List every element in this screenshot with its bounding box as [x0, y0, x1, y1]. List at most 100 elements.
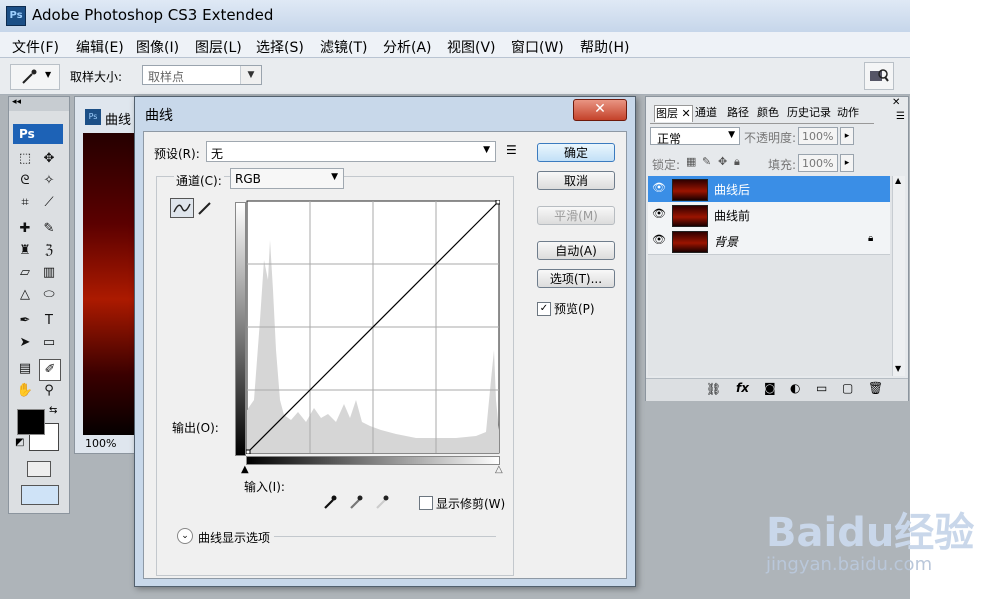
layer-row[interactable]: 👁︎ 背景 🔒︎: [648, 228, 890, 255]
bridge-button[interactable]: [864, 62, 894, 90]
delete-layer-icon[interactable]: 🗑︎: [868, 381, 883, 395]
show-clipping-checkbox[interactable]: [419, 496, 433, 510]
notes-tool-icon[interactable]: ▤: [15, 359, 35, 379]
panel-close-icon[interactable]: ✕: [892, 97, 900, 108]
lock-position-icon[interactable]: ✥: [718, 155, 727, 168]
gray-eyedropper-icon[interactable]: [348, 494, 364, 510]
shape-tool-icon[interactable]: ▭: [39, 333, 59, 353]
document-window[interactable]: Ps 曲线 100%: [74, 96, 138, 454]
title-bar: Ps Adobe Photoshop CS3 Extended: [0, 0, 910, 32]
tab-channels[interactable]: 通道: [694, 105, 718, 121]
lock-all-icon[interactable]: 🔒︎: [734, 155, 740, 169]
tab-color[interactable]: 颜色: [756, 105, 780, 121]
layer-style-icon[interactable]: fx: [736, 381, 749, 395]
link-layers-icon[interactable]: ⛓: [706, 382, 721, 396]
eraser-tool-icon[interactable]: ▱: [15, 263, 35, 283]
zoom-level[interactable]: 100%: [85, 437, 116, 450]
lock-transparent-icon[interactable]: ▦: [686, 155, 696, 168]
lock-image-icon[interactable]: ✎: [702, 155, 711, 168]
scroll-down-icon[interactable]: ▼: [895, 364, 901, 373]
blend-mode-select[interactable]: 正常 ▼: [650, 127, 740, 146]
brush-tool-icon[interactable]: ✎: [39, 219, 59, 239]
menu-file[interactable]: 文件(F): [12, 37, 59, 57]
tool-preset-picker[interactable]: ▼: [10, 64, 60, 90]
channel-select[interactable]: RGB ▼: [230, 168, 344, 189]
layer-row[interactable]: 👁︎ 曲线后: [648, 176, 890, 203]
history-brush-tool-icon[interactable]: ℨ: [39, 241, 59, 261]
opacity-slider-arrow-icon[interactable]: ▸: [840, 127, 854, 145]
eyedropper-tool-icon[interactable]: ✐: [39, 359, 61, 381]
ok-button[interactable]: 确定: [537, 143, 615, 162]
toolbox-header[interactable]: ◂◂: [9, 97, 69, 111]
black-point-slider-icon[interactable]: ▲: [241, 464, 249, 475]
type-tool-icon[interactable]: T: [39, 311, 59, 331]
tab-history[interactable]: 历史记录: [786, 105, 832, 121]
curve-display-options-label[interactable]: 曲线显示选项: [198, 529, 270, 546]
preview-checkbox[interactable]: ✓: [537, 302, 551, 316]
close-button[interactable]: ✕: [573, 99, 627, 121]
tab-paths[interactable]: 路径: [726, 105, 750, 121]
crop-tool-icon[interactable]: ⌗: [15, 193, 35, 213]
curve-edit-points-button[interactable]: [170, 198, 194, 218]
pen-tool-icon[interactable]: ✒: [15, 311, 35, 331]
swap-colors-icon[interactable]: ⇆: [49, 405, 57, 416]
menu-image[interactable]: 图像(I): [136, 37, 179, 57]
white-eyedropper-icon[interactable]: [374, 494, 390, 510]
blur-tool-icon[interactable]: △: [15, 285, 35, 305]
menu-analysis[interactable]: 分析(A): [383, 37, 432, 57]
expand-chevron-icon[interactable]: ⌄: [177, 528, 193, 544]
curve-graph[interactable]: [246, 200, 500, 454]
output-gradient-bar: [235, 202, 246, 456]
white-point-slider-icon[interactable]: △: [495, 464, 503, 475]
options-button[interactable]: 选项(T)...: [537, 269, 615, 288]
foreground-color-swatch[interactable]: [17, 409, 45, 435]
layer-row[interactable]: 👁︎ 曲线前: [648, 202, 890, 229]
tab-layers[interactable]: 图层 ✕: [654, 105, 693, 122]
menu-view[interactable]: 视图(V): [447, 37, 496, 57]
menu-select[interactable]: 选择(S): [256, 37, 304, 57]
dodge-tool-icon[interactable]: ⬭: [39, 285, 59, 305]
screen-mode-icon[interactable]: [21, 485, 59, 505]
path-selection-tool-icon[interactable]: ➤: [15, 333, 35, 353]
new-layer-icon[interactable]: ▢: [842, 381, 853, 395]
panel-menu-icon[interactable]: ☰: [896, 111, 905, 122]
menu-layer[interactable]: 图层(L): [195, 37, 242, 57]
tab-actions[interactable]: 动作: [836, 105, 860, 121]
gradient-tool-icon[interactable]: ▥: [39, 263, 59, 283]
zoom-tool-icon[interactable]: ⚲: [39, 381, 59, 401]
menu-edit[interactable]: 编辑(E): [76, 37, 124, 57]
adjustment-layer-icon[interactable]: ◐: [790, 381, 800, 395]
visibility-eye-icon[interactable]: 👁︎: [652, 207, 666, 220]
healing-brush-tool-icon[interactable]: ✚: [15, 219, 35, 239]
black-eyedropper-icon[interactable]: [322, 494, 338, 510]
sample-size-select[interactable]: 取样点 ▼: [142, 65, 262, 85]
fill-input[interactable]: 100%: [798, 154, 838, 172]
new-group-icon[interactable]: ▭: [816, 381, 827, 395]
smooth-button[interactable]: 平滑(M): [537, 206, 615, 225]
preset-options-icon[interactable]: ☰: [506, 143, 517, 157]
clone-stamp-tool-icon[interactable]: ♜: [15, 241, 35, 261]
magic-wand-tool-icon[interactable]: ✧: [39, 171, 59, 191]
quick-mask-icon[interactable]: [27, 461, 51, 477]
hand-tool-icon[interactable]: ✋: [15, 381, 35, 401]
menu-filter[interactable]: 滤镜(T): [320, 37, 367, 57]
cancel-button[interactable]: 取消: [537, 171, 615, 190]
auto-button[interactable]: 自动(A): [537, 241, 615, 260]
default-colors-icon[interactable]: ◩: [15, 437, 24, 448]
slice-tool-icon[interactable]: ⟋: [39, 193, 59, 213]
opacity-input[interactable]: 100%: [798, 127, 838, 145]
lasso-tool-icon[interactable]: ᘓ: [15, 171, 35, 191]
menu-help[interactable]: 帮助(H): [580, 37, 629, 57]
move-tool-icon[interactable]: ✥: [39, 149, 59, 169]
marquee-tool-icon[interactable]: ⬚: [15, 149, 35, 169]
fill-slider-arrow-icon[interactable]: ▸: [840, 154, 854, 172]
visibility-eye-icon[interactable]: 👁︎: [652, 181, 666, 194]
layers-scrollbar[interactable]: ▲ ▼: [892, 176, 905, 376]
visibility-eye-icon[interactable]: 👁︎: [652, 233, 666, 246]
scroll-up-icon[interactable]: ▲: [895, 176, 901, 185]
preset-select[interactable]: 无 ▼: [206, 141, 496, 162]
add-mask-icon[interactable]: ◙: [764, 381, 776, 395]
pencil-icon[interactable]: [196, 199, 214, 217]
fill-value: 100%: [802, 157, 834, 170]
menu-window[interactable]: 窗口(W): [511, 37, 564, 57]
